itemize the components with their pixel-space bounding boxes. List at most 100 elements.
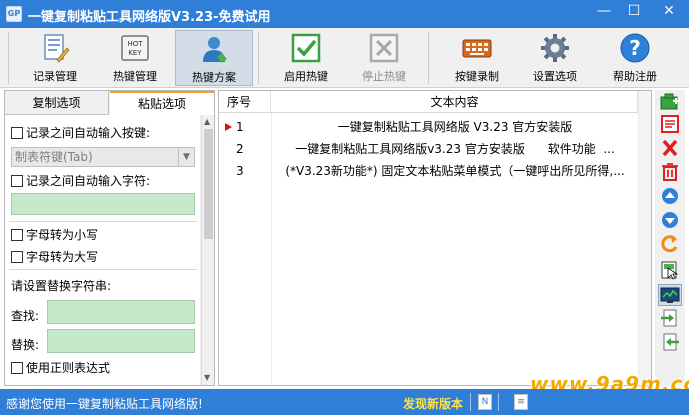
auto-char-option[interactable]: 记录之间自动输入字符: (11, 173, 150, 189)
title-bar: GP 一键复制粘贴工具网络版V3.23-免费试用 — ☐ ✕ (0, 0, 689, 28)
find-label: 查找: (11, 309, 40, 323)
table-row[interactable]: 3 (*V3.23新功能*) 固定文本粘贴菜单模式（一键呼出所见所得,... (219, 161, 651, 181)
status-bar: 感谢您使用一键复制粘贴工具网络版! 发现新版本 N ≡ (0, 389, 689, 415)
undo-icon (661, 235, 678, 253)
enable-hotkey-button[interactable]: 启用热键 (272, 30, 340, 86)
import-icon (661, 309, 677, 327)
import-button[interactable] (658, 308, 682, 330)
uppercase-label: 字母转为大写 (26, 250, 99, 264)
tab-copy-options[interactable]: 复制选项 (5, 91, 109, 115)
options-tabs: 复制选项 粘贴选项 (5, 91, 214, 115)
toolbar-separator (428, 32, 429, 84)
edit-record-icon (661, 115, 679, 133)
regex-label: 使用正则表达式 (26, 361, 111, 375)
uppercase-checkbox[interactable] (11, 251, 23, 263)
stop-hotkey-button[interactable]: 停止热键 (350, 30, 418, 86)
settings-button[interactable]: 设置选项 (520, 30, 590, 86)
auto-key-option[interactable]: 记录之间自动输入按键: (11, 125, 150, 141)
select-cursor-button[interactable] (658, 260, 682, 282)
monitor-button[interactable] (658, 284, 682, 306)
key-record-button[interactable]: 按键录制 (442, 30, 512, 86)
replace-heading: 请设置替换字符串: (11, 279, 112, 293)
regex-option[interactable]: 使用正则表达式 (11, 360, 110, 376)
maximize-button[interactable]: ☐ (619, 0, 649, 22)
close-button[interactable]: ✕ (649, 0, 689, 22)
export-button[interactable] (658, 332, 682, 354)
auto-key-select[interactable]: 制表符键(Tab) ▼ (11, 147, 195, 167)
hotkey-scheme-icon (203, 37, 227, 63)
edit-record-button[interactable] (658, 114, 682, 136)
delete-button[interactable] (658, 138, 682, 160)
window-title: 一键复制粘贴工具网络版V3.23-免费试用 (28, 10, 271, 25)
chevron-down-icon[interactable]: ▼ (178, 148, 194, 166)
help-register-button[interactable]: ? 帮助注册 (600, 30, 670, 86)
column-header-seq[interactable]: 序号 (219, 91, 271, 113)
uppercase-option[interactable]: 字母转为大写 (11, 249, 98, 265)
scroll-down-arrow-icon[interactable]: ▼ (204, 373, 210, 382)
export-icon (663, 333, 679, 351)
row-number: 3 (236, 164, 244, 178)
regex-checkbox[interactable] (11, 362, 23, 374)
table-row[interactable]: 2 一键复制粘贴工具网络版v3.23 官方安装版 软件功能 ... (219, 139, 651, 159)
scrollbar-thumb[interactable] (204, 129, 213, 239)
hotkey-scheme-button[interactable]: 热键方案 (175, 30, 253, 86)
toolbar: 记录管理 HOT KEY 热键管理 热键方案 启用热键 停止热键 按键录制 设置… (0, 28, 689, 88)
toolbar-separator (258, 32, 259, 84)
replace-label: 替换: (11, 338, 40, 352)
list-header: 序号 文本内容 (219, 91, 651, 113)
auto-char-checkbox[interactable] (11, 175, 23, 187)
select-cursor-icon (661, 261, 679, 280)
list-scrollbar[interactable] (638, 91, 651, 385)
hotkey-manage-button[interactable]: HOT KEY 热键管理 (100, 30, 170, 86)
app-icon: GP (6, 6, 22, 22)
enable-hotkey-label: 启用热键 (284, 70, 328, 83)
lowercase-checkbox[interactable] (11, 229, 23, 241)
notes-icon[interactable]: ≡ (514, 394, 528, 410)
help-icon: ? (620, 33, 650, 63)
key-record-label: 按键录制 (455, 70, 499, 83)
replace-input[interactable] (47, 329, 195, 353)
auto-key-label: 记录之间自动输入按键: (26, 126, 151, 140)
stop-hotkey-label: 停止热键 (362, 70, 406, 83)
delete-icon (662, 139, 678, 157)
undo-button[interactable] (658, 234, 682, 256)
options-scrollbar[interactable]: ▲ ▼ (201, 115, 214, 385)
news-icon[interactable]: N (478, 394, 492, 410)
tab-paste-options[interactable]: 粘贴选项 (110, 91, 214, 115)
table-row[interactable]: 1 一键复制粘贴工具网络版 V3.23 官方安装版 (219, 117, 651, 137)
trash-button[interactable] (658, 162, 682, 184)
column-header-text[interactable]: 文本内容 (272, 91, 638, 113)
key-record-icon (462, 39, 492, 58)
record-manage-button[interactable]: 记录管理 (20, 30, 90, 86)
status-message: 感谢您使用一键复制粘贴工具网络版! (6, 397, 203, 411)
current-row-marker-icon (225, 123, 232, 131)
lowercase-option[interactable]: 字母转为小写 (11, 227, 98, 243)
move-down-button[interactable] (658, 210, 682, 232)
monitor-icon (660, 287, 680, 303)
status-separator (498, 393, 499, 411)
row-text: (*V3.23新功能*) 固定文本粘贴菜单模式（一键呼出所见所得,... (285, 164, 625, 178)
paste-options-content: 记录之间自动输入按键: 制表符键(Tab) ▼ 记录之间自动输入字符: 字母转为… (5, 115, 200, 385)
settings-icon (541, 34, 569, 62)
move-up-button[interactable] (658, 186, 682, 208)
auto-key-checkbox[interactable] (11, 127, 23, 139)
auto-char-input[interactable] (11, 193, 195, 215)
status-separator (470, 393, 471, 411)
hotkey-icon: HOT KEY (121, 35, 149, 61)
svg-text:KEY: KEY (128, 49, 142, 57)
record-actions-bar (655, 90, 685, 386)
add-record-button[interactable] (658, 92, 682, 114)
divider (9, 269, 197, 270)
move-up-icon (662, 188, 678, 204)
minimize-button[interactable]: — (589, 0, 619, 22)
row-text: 一键复制粘贴工具网络版 V3.23 官方安装版 (337, 120, 573, 134)
stop-hotkey-icon (369, 33, 399, 63)
settings-label: 设置选项 (533, 70, 577, 83)
scroll-up-arrow-icon[interactable]: ▲ (204, 117, 210, 126)
find-input[interactable] (47, 300, 195, 324)
record-manage-label: 记录管理 (33, 70, 77, 83)
row-number: 1 (236, 120, 244, 134)
new-version-link[interactable]: 发现新版本 (403, 395, 463, 412)
divider (9, 221, 197, 222)
svg-text:HOT: HOT (127, 40, 143, 48)
